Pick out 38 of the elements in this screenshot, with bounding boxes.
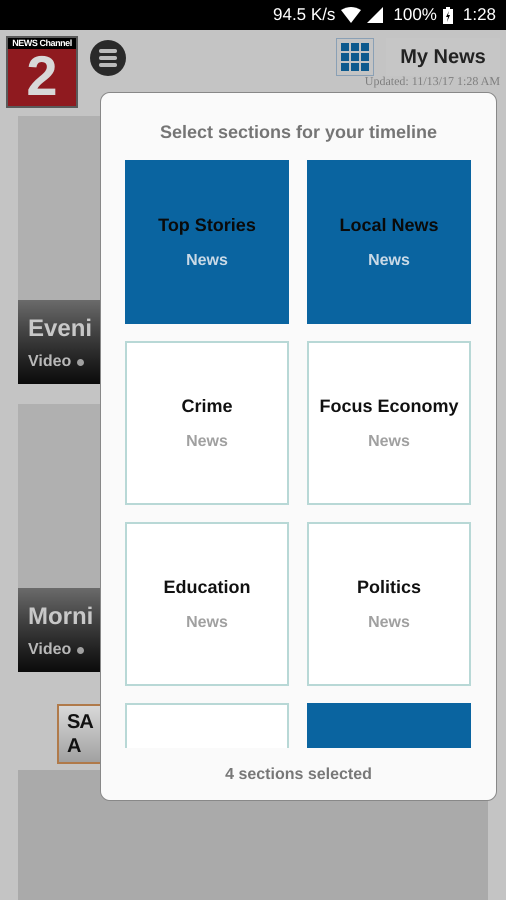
- section-tile[interactable]: Education News: [125, 522, 289, 686]
- ad-banner[interactable]: SA A: [57, 704, 100, 764]
- section-category: News: [368, 612, 410, 632]
- dialog-title: Select sections for your timeline: [158, 121, 438, 144]
- video-tag: Video: [28, 638, 72, 662]
- wifi-icon: [341, 7, 362, 23]
- menu-button[interactable]: [90, 40, 126, 76]
- ad-text: SA: [67, 710, 93, 734]
- section-title: Politics: [356, 576, 422, 598]
- updated-time: Updated: 11/13/17 1:28 AM: [364, 74, 500, 88]
- section-category: News: [368, 432, 410, 452]
- channel-logo[interactable]: NEWS Channel 2: [6, 36, 78, 108]
- section-tile[interactable]: Focus Economy News: [307, 341, 471, 505]
- section-title: Crime: [181, 394, 233, 418]
- section-title: Top Stories: [158, 214, 256, 237]
- section-title: Local News: [339, 214, 439, 236]
- battery-icon: [442, 6, 453, 24]
- network-speed: 94.5 K/s: [273, 4, 336, 26]
- section-title: Education: [163, 576, 250, 598]
- section-tile[interactable]: Politics News: [307, 522, 471, 686]
- section-tile[interactable]: Crime News: [125, 341, 289, 505]
- ad-text: A: [67, 734, 80, 758]
- selection-count: 4 sections selected: [224, 765, 373, 785]
- signal-icon: [367, 7, 384, 23]
- battery-level: 100%: [393, 4, 437, 26]
- grid-view-button[interactable]: [336, 38, 374, 76]
- section-category: News: [186, 612, 228, 632]
- section-category: News: [186, 250, 228, 270]
- section-tile[interactable]: Local News News: [307, 160, 471, 324]
- section-category: News: [368, 250, 410, 270]
- section-tile[interactable]: Top Stories News: [125, 160, 289, 324]
- section-category: News: [186, 432, 228, 452]
- video-tag: Video: [28, 350, 72, 374]
- section-title: Focus Economy: [319, 394, 459, 418]
- video-title: Morni: [28, 602, 94, 632]
- video-title: Eveni: [28, 314, 92, 344]
- grid-icon: [340, 42, 370, 72]
- clock: 1:28: [462, 4, 496, 26]
